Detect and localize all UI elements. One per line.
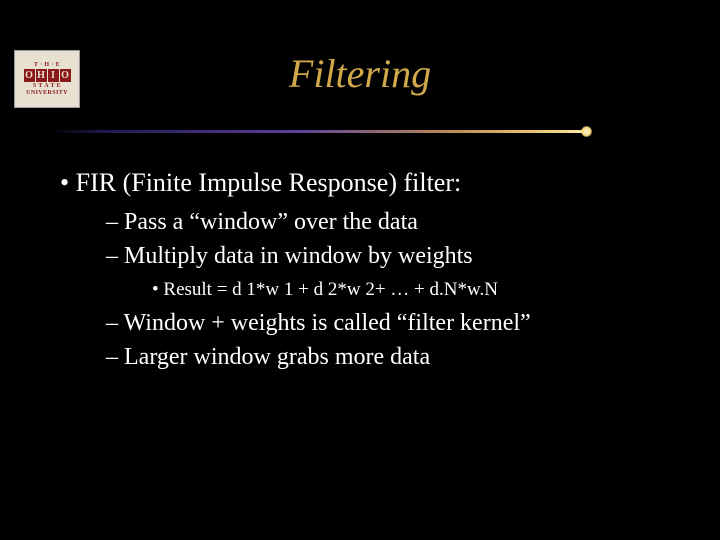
bullet-formula: Result = d 1*w 1 + d 2*w 2+ … + d.N*w.N	[152, 277, 680, 303]
bullet-sub: Multiply data in window by weights	[106, 240, 680, 272]
bullet-formula-text: Result = d 1*w 1 + d 2*w 2+ … + d.N*w.N	[163, 279, 498, 300]
bullet-sub: Pass a “window” over the data	[106, 206, 680, 238]
slide-body: FIR (Finite Impulse Response) filter: Pa…	[60, 165, 680, 373]
bullet-heading: FIR (Finite Impulse Response) filter:	[60, 165, 680, 200]
bullet-sub-text: Window + weights is called “filter kerne…	[124, 310, 531, 336]
bullet-sub-text: Multiply data in window by weights	[124, 243, 473, 269]
divider-rule	[50, 130, 590, 133]
bullet-heading-text: FIR (Finite Impulse Response) filter:	[76, 168, 462, 197]
bullet-sub: Window + weights is called “filter kerne…	[106, 307, 680, 339]
slide-title: Filtering	[0, 50, 720, 97]
bullet-sub-text: Pass a “window” over the data	[124, 209, 418, 235]
bullet-sub: Larger window grabs more data	[106, 341, 680, 373]
bullet-sub-text: Larger window grabs more data	[124, 344, 430, 370]
